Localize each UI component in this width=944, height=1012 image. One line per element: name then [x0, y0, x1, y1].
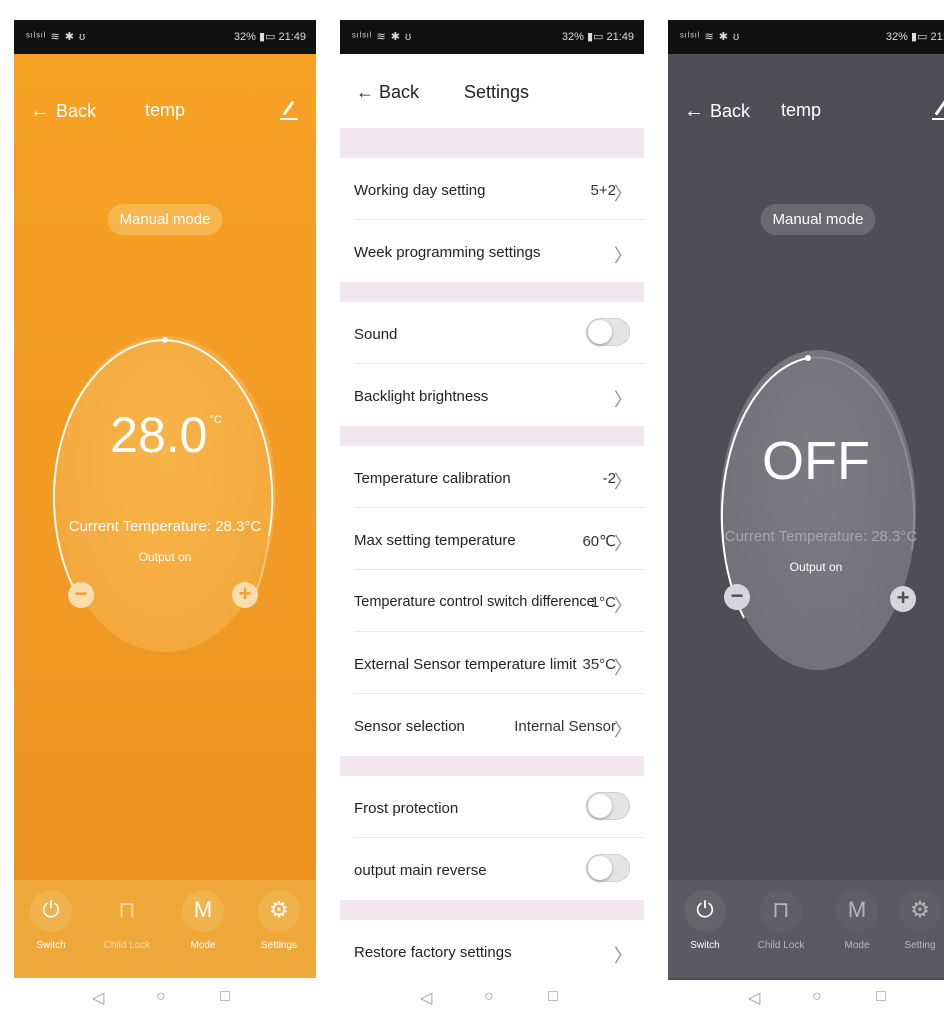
setting-row-max-temp[interactable]: Max setting temperature 60℃ 〉: [340, 508, 644, 570]
mode-badge: Manual mode: [107, 204, 223, 235]
sound-toggle[interactable]: [586, 318, 630, 346]
decrease-temperature-button[interactable]: −: [724, 584, 750, 610]
setting-row-working-day[interactable]: Working day setting 5+2 〉: [340, 158, 644, 220]
tab-child-lock[interactable]: ⊓ Child Lock: [90, 890, 164, 951]
setting-row-switch-difference[interactable]: Temperature control switch difference 1°…: [340, 570, 644, 632]
tab-switch[interactable]: ⏻ Switch: [14, 890, 88, 951]
page-title: temp: [780, 100, 822, 120]
nav-recent-icon[interactable]: □: [548, 988, 558, 1006]
tab-settings[interactable]: ⚙ Setting: [896, 890, 944, 951]
thermostat-body: ← Back temp Manual mode 28.0 °C Current Te…: [14, 54, 316, 980]
status-bar: ˢᶦˡˢᶦˡ ≋ ✱ ʊ 32% ▮▭ 21:49: [668, 20, 944, 54]
setting-row-output-reverse: output main reverse: [340, 838, 644, 900]
setting-row-week-programming[interactable]: Week programming settings 〉: [340, 220, 644, 282]
chevron-right-icon: 〉: [614, 184, 632, 204]
setting-row-temp-calibration[interactable]: Temperature calibration -2 〉: [340, 446, 644, 508]
setting-row-frost-protection: Frost protection: [340, 776, 644, 838]
nav-recent-icon[interactable]: □: [220, 988, 230, 1006]
nav-back-icon[interactable]: ◁: [420, 988, 432, 1008]
setting-row-backlight[interactable]: Backlight brightness 〉: [340, 364, 644, 426]
setting-row-sound: Sound: [340, 302, 644, 364]
chevron-right-icon: 〉: [614, 720, 632, 740]
signal-icons: ˢᶦˡˢᶦˡ ≋ ✱ ʊ: [352, 31, 413, 43]
edit-icon[interactable]: [280, 98, 298, 120]
back-button[interactable]: ← Back: [356, 82, 419, 103]
bottom-tab-bar: ⏻ Switch ⊓ Child Lock M Mode ⚙ Settings: [14, 880, 316, 978]
power-icon: ⏻: [42, 897, 60, 922]
status-bar: ˢᶦˡˢᶦˡ ≋ ✱ ʊ 32% ▮▭ 21:49: [14, 20, 316, 54]
chevron-right-icon: 〉: [614, 946, 632, 966]
decrease-temperature-button[interactable]: −: [68, 582, 94, 608]
header: ← Back Settings: [340, 54, 644, 128]
section-divider: [340, 282, 644, 302]
header: ← Back temp: [668, 54, 944, 134]
nav-home-icon[interactable]: ○: [812, 988, 822, 1006]
battery-time: 32% ▮▭ 21:49: [561, 31, 634, 43]
current-temperature: Current Temperature: 28.3°C: [724, 528, 918, 545]
current-temperature: Current Temperature: 28.3°C: [68, 518, 262, 535]
thermostat-body: ← Back temp Manual mode OFF Current Tempe…: [668, 54, 944, 980]
mode-icon: M: [193, 897, 213, 922]
bottom-tab-bar: ⏻ Switch ⊓ Child Lock M Mode ⚙ Setting: [668, 880, 944, 978]
battery-time: 32% ▮▭ 21:49: [885, 31, 944, 43]
mode-icon: M: [847, 897, 867, 922]
temperature-dial[interactable]: [720, 350, 916, 670]
chevron-right-icon: 〉: [614, 246, 632, 266]
chevron-right-icon: 〉: [614, 658, 632, 678]
setting-row-restore-factory[interactable]: Restore factory settings 〉: [340, 920, 644, 980]
chevron-right-icon: 〉: [614, 596, 632, 616]
back-arrow-icon: ←: [356, 82, 380, 102]
increase-temperature-button[interactable]: +: [232, 582, 258, 608]
system-nav-bar: ◁ ○ □: [340, 984, 644, 1012]
dial-arc: [720, 355, 916, 619]
status-bar: ˢᶦˡˢᶦˡ ≋ ✱ ʊ 32% ▮▭ 21:49: [340, 20, 644, 54]
signal-icons: ˢᶦˡˢᶦˡ ≋ ✱ ʊ: [26, 31, 87, 43]
lock-icon: ⊓: [772, 897, 790, 922]
nav-home-icon[interactable]: ○: [484, 988, 494, 1006]
section-divider: [340, 128, 644, 158]
gear-icon: ⚙: [910, 897, 930, 922]
signal-icons: ˢᶦˡˢᶦˡ ≋ ✱ ʊ: [680, 31, 741, 43]
section-divider: [340, 756, 644, 776]
tab-settings[interactable]: ⚙ Settings: [242, 890, 316, 951]
chevron-right-icon: 〉: [614, 390, 632, 410]
page-title: Settings: [464, 82, 530, 102]
nav-recent-icon[interactable]: □: [876, 988, 886, 1006]
output-status: Output on: [789, 560, 843, 574]
battery-time: 32% ▮▭ 21:49: [233, 31, 306, 43]
header: ← Back temp: [14, 54, 316, 134]
increase-temperature-button[interactable]: +: [890, 586, 916, 612]
page-title: temp: [144, 100, 186, 120]
section-divider: [340, 426, 644, 446]
gear-icon: ⚙: [269, 897, 289, 922]
nav-home-icon[interactable]: ○: [156, 988, 166, 1006]
chevron-right-icon: 〉: [614, 534, 632, 554]
tab-switch[interactable]: ⏻ Switch: [668, 890, 742, 951]
tab-child-lock[interactable]: ⊓ Child Lock: [744, 890, 818, 951]
mode-badge: Manual mode: [760, 204, 876, 235]
setting-row-sensor-selection[interactable]: Sensor selection Internal Sensor 〉: [340, 694, 644, 756]
thermostat-screen-on: ˢᶦˡˢᶦˡ ≋ ✱ ʊ 32% ▮▭ 21:49 ← Back temp Man…: [14, 20, 316, 980]
edit-icon[interactable]: [932, 98, 944, 120]
frost-protection-toggle[interactable]: [586, 792, 630, 820]
thermostat-screen-off: ˢᶦˡˢᶦˡ ≋ ✱ ʊ 32% ▮▭ 21:49 ←Back temp Man…: [668, 20, 944, 980]
set-temperature: 28.0 °C: [110, 407, 222, 463]
nav-back-icon[interactable]: ◁: [92, 988, 104, 1008]
tab-mode[interactable]: M Mode: [820, 890, 894, 951]
tab-mode[interactable]: M Mode: [166, 890, 240, 951]
output-reverse-toggle[interactable]: [586, 854, 630, 882]
power-icon: ⏻: [696, 897, 714, 922]
set-temperature: OFF: [762, 431, 870, 491]
chevron-right-icon: 〉: [614, 472, 632, 492]
system-nav-bar: [14, 978, 316, 980]
nav-back-icon[interactable]: ◁: [748, 988, 760, 1008]
section-divider: [340, 900, 644, 920]
setting-row-external-sensor-limit[interactable]: External Sensor temperature limit 35°C 〉: [340, 632, 644, 694]
settings-screen: ˢᶦˡˢᶦˡ ≋ ✱ ʊ 32% ▮▭ 21:49 ← Back Setting…: [340, 20, 644, 980]
output-status: Output on: [138, 550, 192, 564]
system-nav-bar: ◁ ○ □: [14, 984, 316, 1012]
lock-icon: ⊓: [118, 897, 136, 922]
system-nav-bar: ◁ ○ □: [668, 984, 944, 1012]
